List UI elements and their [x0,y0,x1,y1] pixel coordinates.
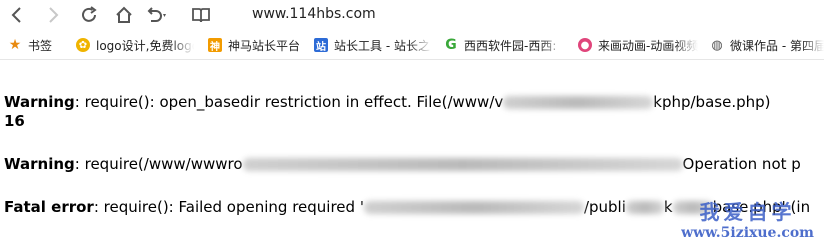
back-icon[interactable] [6,4,28,26]
bookmark-laihua[interactable]: ● 来画动画-动画视频 [578,37,698,53]
warning-message: : require(): open_basedir restriction in… [74,93,504,111]
bookmark-logo-design[interactable]: ✿ logo设计,免费logo [76,37,194,53]
bookmark-label: 微课作品 - 第四届 [730,38,824,53]
bookmark-label: 神马站长平台 [228,38,301,53]
fatal-error-label: Fatal error [4,198,94,216]
line-number: 16 [4,112,25,130]
bookmark-label: 站长工具 - 站长之 [334,38,430,53]
star-icon: ★ [8,37,22,53]
watermark-title: 我爱自学 [699,200,796,224]
bookmark-shenma[interactable]: 神 神马站长平台 [208,37,304,53]
undo-icon[interactable] [146,4,168,26]
redacted-path [625,201,664,214]
reader-icon[interactable] [190,4,212,26]
redacted-path [363,201,584,214]
bookmarks-bar: ★ 书签 ✿ logo设计,免费logo 神 神马站长平台 站 站长工具 - 站… [0,31,824,60]
gear-icon: ✿ [76,38,90,52]
bookmark-label: logo设计,免费logo [96,38,194,53]
bookmark-star-folder[interactable]: ★ 书签 [8,37,60,53]
fatal-error-path-part: /publi [583,198,626,216]
watermark-url: www.5izixue.com [681,225,814,241]
warning-message-tail: Operation not p [682,155,801,173]
zhanzhang-icon: 站 [314,38,328,53]
shenma-icon: 神 [208,38,222,53]
bookmark-zhanzhang[interactable]: 站 站长工具 - 站长之 [314,37,432,53]
bookmark-weike[interactable]: ◍ 微课作品 - 第四届 [710,37,824,53]
bookmark-xixi[interactable]: G 西西软件园-西西: [444,37,564,53]
bookmark-label: 书签 [28,38,53,53]
warning-line-2: Warning: require(/www/wwwro Operation not… [4,155,801,174]
warning-line-1: Warning: require(): open_basedir restric… [4,93,770,112]
site-watermark: 我爱自学 www.5izixue.com [681,196,814,241]
bookmark-label: 西西软件园-西西: [464,38,557,53]
browser-toolbar: www.114hbs.com [0,0,824,31]
forward-icon[interactable] [42,4,64,26]
warning-message-tail: kphp/base.php) [653,93,771,111]
address-bar-url[interactable]: www.114hbs.com [252,6,376,22]
redacted-path [503,96,654,109]
xixi-icon: G [445,37,457,53]
warning-message: : require(/www/wwwro [74,155,243,173]
reload-icon[interactable] [78,4,100,26]
globe-icon: ◍ [711,37,723,53]
bookmark-label: 来画动画-动画视频 [598,38,698,53]
fatal-error-path-part: k [663,198,673,216]
warning-label: Warning [4,93,75,111]
fatal-error-message: : require(): Failed opening required ' [93,198,364,216]
warning-line-number: 16 [4,112,25,131]
warning-label: Warning [4,155,75,173]
laihua-icon: ● [578,38,592,52]
home-icon[interactable] [113,4,135,26]
redacted-path [242,158,683,171]
